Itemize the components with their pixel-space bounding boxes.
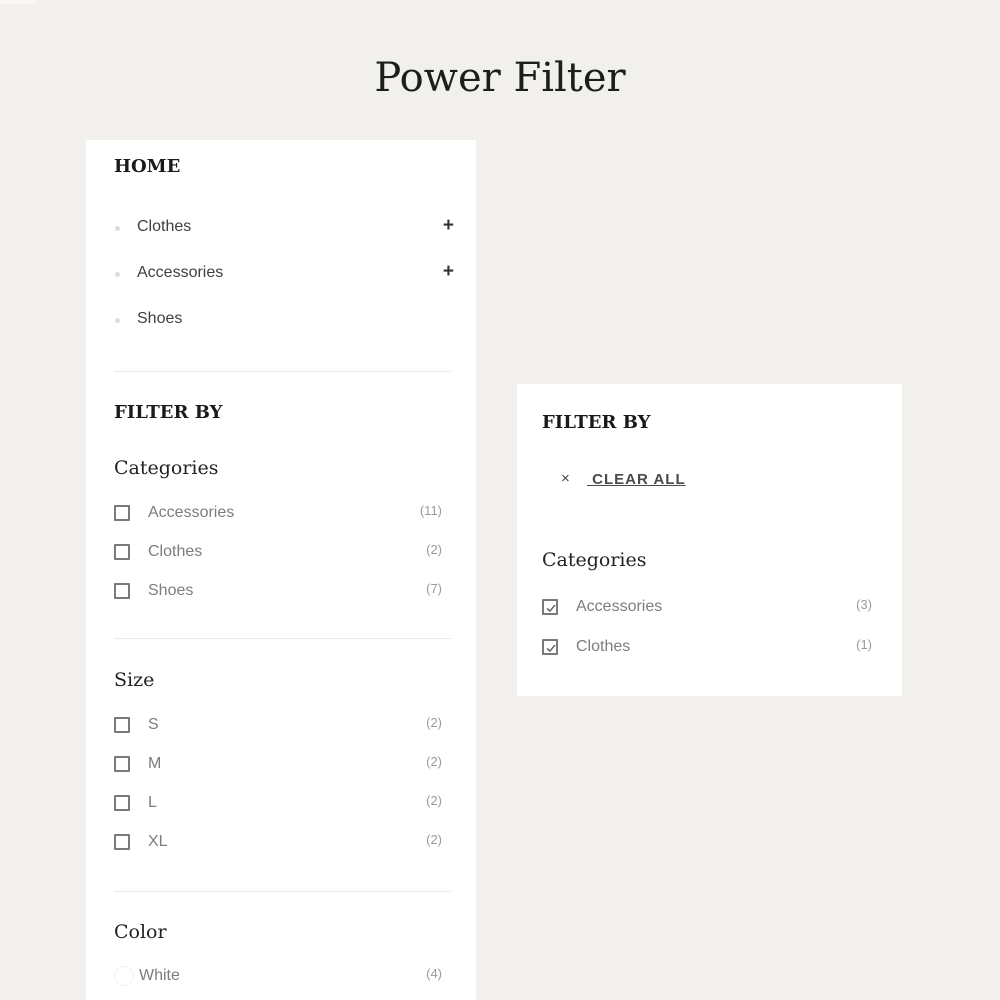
facet-count: (2) <box>426 754 442 769</box>
checkbox[interactable] <box>114 795 130 811</box>
facet-count: (2) <box>426 832 442 847</box>
facet-category-accessories[interactable]: Accessories (11) <box>114 503 442 525</box>
corner-strip <box>0 0 36 4</box>
facet-label: Shoes <box>148 582 194 599</box>
active-filter-panel: FILTER BY × CLEAR ALL Categories Accesso… <box>517 384 902 696</box>
divider <box>114 638 451 639</box>
filter-by-heading: FILTER BY <box>114 402 223 423</box>
checkmark-icon <box>546 644 556 653</box>
page-title: Power Filter <box>374 54 626 101</box>
filter-by-heading: FILTER BY <box>542 412 651 433</box>
facet-count: (11) <box>419 503 442 518</box>
nav-item-accessories[interactable]: Accessories + <box>114 261 454 288</box>
facet-label: Accessories <box>576 598 663 615</box>
facet-label: Clothes <box>576 638 631 655</box>
facet-count: (4) <box>426 966 442 981</box>
facet-category-accessories[interactable]: Accessories (3) <box>542 597 872 619</box>
nav-item-label: Accessories <box>137 264 224 281</box>
facet-size-m[interactable]: M (2) <box>114 754 442 776</box>
facet-label: S <box>148 716 159 733</box>
facet-category-clothes[interactable]: Clothes (1) <box>542 637 872 659</box>
checkbox[interactable] <box>114 756 130 772</box>
facet-color-white[interactable]: White (4) <box>114 966 442 988</box>
home-heading: HOME <box>114 156 181 177</box>
checkbox-checked[interactable] <box>542 639 558 655</box>
categories-heading: Categories <box>542 549 647 571</box>
nav-item-label: Shoes <box>137 310 183 327</box>
color-heading: Color <box>114 921 167 943</box>
facet-label: XL <box>148 833 168 850</box>
bullet-icon <box>115 272 120 277</box>
facet-category-shoes[interactable]: Shoes (7) <box>114 581 442 603</box>
facet-label: White <box>139 967 180 984</box>
checkbox[interactable] <box>114 544 130 560</box>
facet-count: (7) <box>426 581 442 596</box>
divider <box>114 371 451 372</box>
facet-category-clothes[interactable]: Clothes (2) <box>114 542 442 564</box>
checkbox[interactable] <box>114 583 130 599</box>
facet-count: (2) <box>426 793 442 808</box>
facet-count: (2) <box>426 542 442 557</box>
facet-size-s[interactable]: S (2) <box>114 715 442 737</box>
bullet-icon <box>115 318 120 323</box>
checkbox[interactable] <box>114 505 130 521</box>
checkmark-icon <box>546 604 556 613</box>
checkbox[interactable] <box>114 717 130 733</box>
bullet-icon <box>115 226 120 231</box>
sidebar-filter-panel: HOME Clothes + Accessories + Shoes FILTE… <box>86 140 476 1000</box>
facet-count: (2) <box>426 715 442 730</box>
facet-label: Accessories <box>148 504 235 521</box>
expand-plus-icon[interactable]: + <box>443 261 454 283</box>
facet-size-xl[interactable]: XL (2) <box>114 832 442 854</box>
nav-item-label: Clothes <box>137 218 192 235</box>
expand-plus-icon[interactable]: + <box>443 215 454 237</box>
facet-size-l[interactable]: L (2) <box>114 793 442 815</box>
facet-count: (1) <box>856 637 872 652</box>
checkbox[interactable] <box>114 834 130 850</box>
size-heading: Size <box>114 669 155 691</box>
close-icon[interactable]: × <box>561 470 570 487</box>
facet-label: Clothes <box>148 543 203 560</box>
checkbox-checked[interactable] <box>542 599 558 615</box>
categories-heading: Categories <box>114 457 219 479</box>
nav-item-clothes[interactable]: Clothes + <box>114 215 454 242</box>
clear-all-link[interactable]: CLEAR ALL <box>587 471 686 488</box>
facet-count: (3) <box>856 597 872 612</box>
facet-label: M <box>148 755 162 772</box>
color-swatch-white[interactable] <box>114 966 134 986</box>
nav-item-shoes[interactable]: Shoes <box>114 310 454 334</box>
divider <box>114 891 451 892</box>
facet-label: L <box>148 794 157 811</box>
